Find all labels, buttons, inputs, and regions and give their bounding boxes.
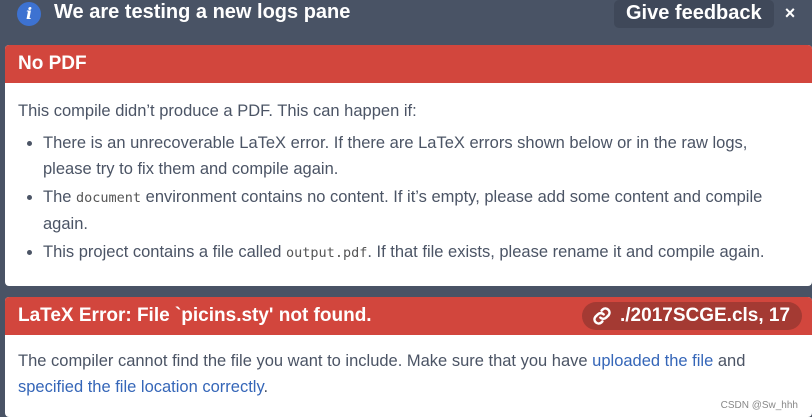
error-location-link[interactable]: ./2017SCGE.cls, 17 — [582, 302, 803, 330]
reasons-list: There is an unrecoverable LaTeX error. I… — [18, 130, 799, 266]
no-pdf-body: This compile didn’t produce a PDF. This … — [5, 100, 812, 266]
list-item: The document environment contains no con… — [43, 184, 799, 237]
uploaded-file-link[interactable]: uploaded the file — [592, 352, 713, 370]
list-item: There is an unrecoverable LaTeX error. I… — [43, 130, 799, 182]
error-description: and — [713, 352, 746, 370]
error-location-text: ./2017SCGE.cls, 17 — [620, 305, 791, 326]
inline-code: output.pdf — [286, 245, 368, 261]
no-pdf-header: No PDF — [5, 45, 812, 83]
reason-text: The — [43, 188, 77, 206]
error-description: The compiler cannot find the file you wa… — [18, 352, 593, 370]
reason-text: This project contains a file called — [43, 243, 287, 261]
latex-error-title: LaTeX Error: File `picins.sty' not found… — [18, 305, 372, 326]
error-description: . — [263, 378, 269, 396]
give-feedback-button[interactable]: Give feedback — [614, 0, 774, 28]
info-icon: i — [17, 2, 41, 26]
inline-code: document — [76, 190, 142, 206]
list-item: This project contains a file called outp… — [43, 239, 799, 266]
latex-error-body: The compiler cannot find the file you wa… — [5, 335, 812, 400]
no-pdf-card: No PDF This compile didn’t produce a PDF… — [5, 45, 812, 286]
link-icon — [593, 307, 611, 325]
reason-text: There is an unrecoverable LaTeX error. I… — [43, 134, 748, 178]
no-pdf-intro: This compile didn’t produce a PDF. This … — [18, 102, 417, 120]
no-pdf-title: No PDF — [18, 53, 87, 74]
banner-text: We are testing a new logs pane — [54, 1, 351, 23]
watermark: CSDN @Sw_hhh — [720, 400, 798, 411]
logs-pane-banner: i We are testing a new logs pane Give fe… — [0, 0, 812, 28]
latex-error-header: LaTeX Error: File `picins.sty' not found… — [5, 297, 812, 335]
reason-text: . If that file exists, please rename it … — [367, 243, 765, 261]
reason-text: environment contains no content. If it’s… — [43, 188, 763, 233]
latex-error-card: LaTeX Error: File `picins.sty' not found… — [5, 297, 812, 417]
file-location-link[interactable]: specified the file location correctly — [18, 378, 263, 396]
close-icon[interactable]: × — [780, 2, 800, 24]
